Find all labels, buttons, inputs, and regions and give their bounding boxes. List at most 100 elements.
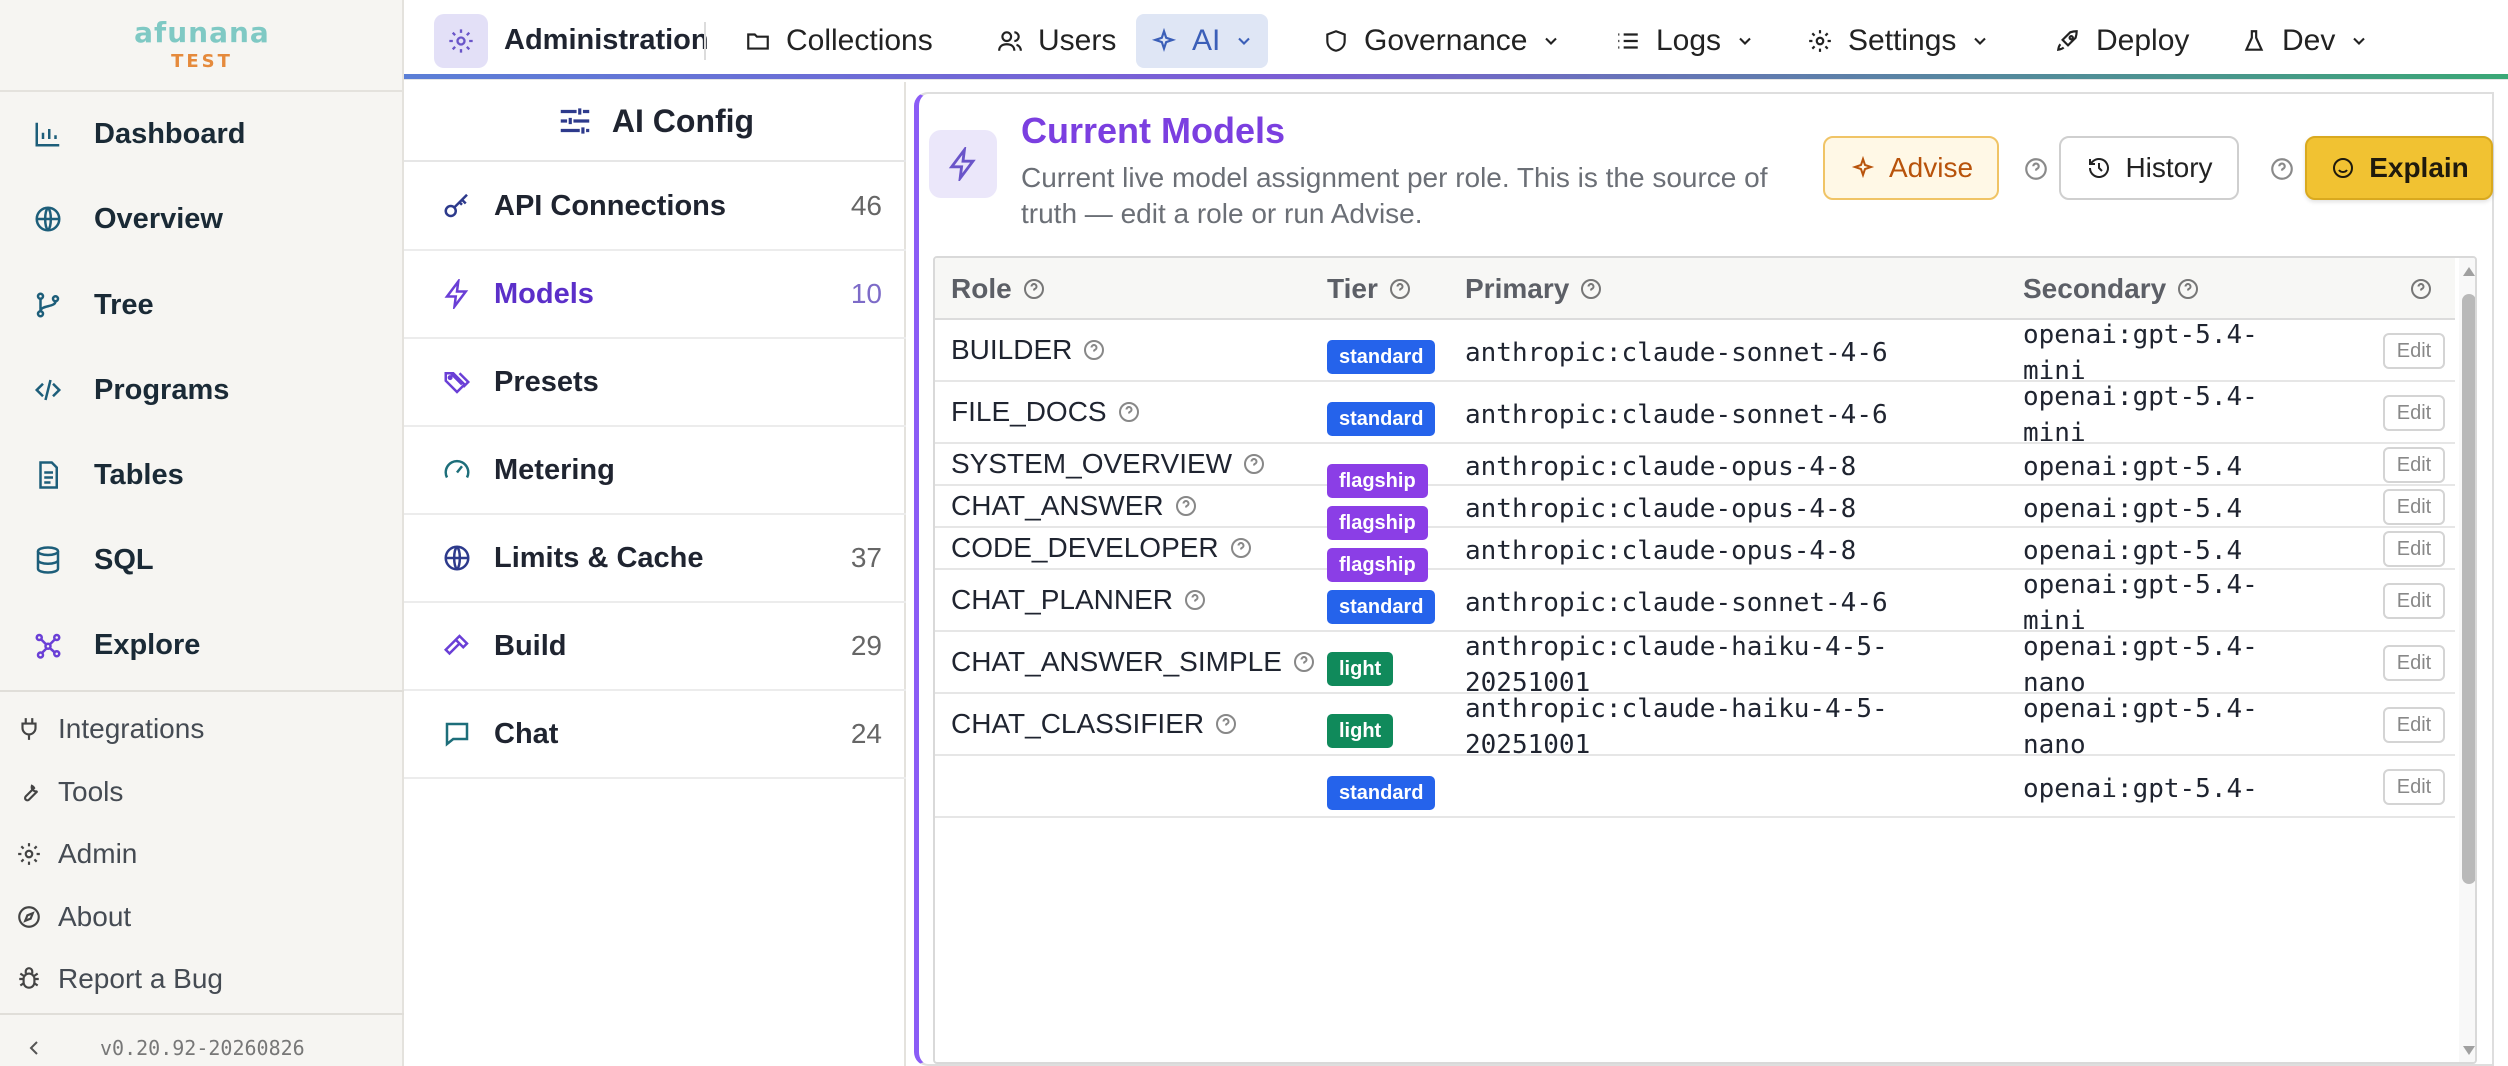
- sidebar-item-dashboard[interactable]: Dashboard: [30, 106, 390, 162]
- tab-label: Collections: [786, 24, 933, 57]
- edit-button[interactable]: Edit: [2383, 769, 2445, 805]
- card-title: Current Models: [1021, 110, 1286, 151]
- sidebar-item-label: Admin: [58, 838, 138, 869]
- table-row: standard openai:gpt-5.4- Edit: [935, 756, 2455, 818]
- role-cell: BUILDER: [951, 320, 1106, 380]
- help-icon[interactable]: [1214, 712, 1238, 736]
- brand-logo[interactable]: afunana TEST: [0, 16, 404, 72]
- column-header-label: Secondary: [2023, 273, 2167, 304]
- edit-button[interactable]: Edit: [2383, 447, 2445, 483]
- tab-settings[interactable]: Settings: [1792, 14, 2004, 68]
- advise-label: Advise: [1888, 152, 1974, 183]
- users-icon: [996, 27, 1024, 55]
- tab-logs[interactable]: Logs: [1600, 14, 1769, 68]
- history-icon: [2085, 154, 2113, 182]
- compass-icon: [14, 902, 44, 932]
- sidebar-item-report-bug[interactable]: Report a Bug: [14, 955, 384, 1003]
- secondary-model: openai:gpt-5.4: [2023, 491, 2303, 527]
- config-item-limits-cache[interactable]: Limits & Cache 37: [404, 515, 906, 603]
- sidebar-item-sql[interactable]: SQL: [30, 532, 390, 588]
- help-icon[interactable]: [1174, 494, 1198, 518]
- tab-deploy[interactable]: Deploy: [2040, 14, 2203, 68]
- sidebar-item-tools[interactable]: Tools: [14, 768, 384, 816]
- sidebar-item-overview[interactable]: Overview: [30, 191, 390, 247]
- help-icon[interactable]: [1292, 650, 1316, 674]
- scroll-up-icon[interactable]: [2461, 264, 2475, 280]
- help-icon[interactable]: [2023, 156, 2049, 182]
- tab-label: Settings: [1848, 24, 1957, 57]
- sidebar-item-label: Programs: [94, 373, 230, 406]
- table-row: SYSTEM_OVERVIEW flagship anthropic:claude-…: [935, 444, 2455, 498]
- topbar-accent-line: [404, 74, 2508, 79]
- chevron-left-icon[interactable]: [22, 1036, 52, 1066]
- explain-button[interactable]: Explain: [2305, 136, 2493, 200]
- help-icon[interactable]: [1579, 277, 1603, 301]
- table-row: CODE_DEVELOPER flagship anthropic:claude-o…: [935, 528, 2455, 582]
- config-item-api-connections[interactable]: API Connections 46: [404, 163, 906, 251]
- tab-governance[interactable]: Governance: [1308, 14, 1575, 68]
- edit-button[interactable]: Edit: [2383, 583, 2445, 619]
- primary-model: anthropic:claude-opus-4-8: [1465, 449, 2005, 485]
- column-header-label: Tier: [1327, 273, 1378, 304]
- file-text-icon: [30, 457, 66, 493]
- chevron-down-icon: [2349, 31, 2369, 51]
- config-item-count: 37: [850, 542, 882, 573]
- config-item-build[interactable]: Build 29: [404, 603, 906, 691]
- config-item-models[interactable]: Models 10: [404, 251, 906, 339]
- scroll-down-icon[interactable]: [2461, 1042, 2475, 1058]
- config-item-presets[interactable]: Presets: [404, 339, 906, 427]
- help-icon[interactable]: [1229, 536, 1253, 560]
- column-header-primary: Primary: [1465, 258, 1603, 320]
- rocket-icon: [2054, 27, 2082, 55]
- sidebar-item-explore[interactable]: Explore: [30, 617, 390, 673]
- tab-ai[interactable]: AI: [1136, 14, 1269, 68]
- tab-dev[interactable]: Dev: [2226, 14, 2383, 68]
- sidebar-item-tree[interactable]: Tree: [30, 277, 390, 333]
- tab-label: AI: [1192, 24, 1221, 57]
- help-icon[interactable]: [1242, 452, 1266, 476]
- sidebar-item-integrations[interactable]: Integrations: [14, 705, 384, 753]
- help-icon[interactable]: [1183, 588, 1207, 612]
- config-item-chat[interactable]: Chat 24: [404, 691, 906, 779]
- sidebar-item-admin[interactable]: Admin: [14, 830, 384, 878]
- help-icon[interactable]: [1022, 277, 1046, 301]
- scrollbar-thumb[interactable]: [2462, 294, 2475, 884]
- bar-chart-icon: [30, 116, 66, 152]
- chevron-down-icon: [1234, 31, 1254, 51]
- edit-button[interactable]: Edit: [2383, 489, 2445, 525]
- help-icon[interactable]: [2269, 156, 2295, 182]
- tab-users[interactable]: Users: [982, 14, 1130, 68]
- edit-button[interactable]: Edit: [2383, 531, 2445, 567]
- help-icon[interactable]: [2409, 277, 2433, 301]
- divider: [704, 22, 706, 60]
- sidebar-item-label: Tools: [58, 776, 124, 807]
- edit-button[interactable]: Edit: [2383, 395, 2445, 431]
- edit-button[interactable]: Edit: [2383, 333, 2445, 369]
- edit-button[interactable]: Edit: [2383, 645, 2445, 681]
- sidebar-item-tables[interactable]: Tables: [30, 447, 390, 503]
- table-row: CHAT_ANSWER_SIMPLE light anthropic:claude-…: [935, 632, 2455, 698]
- help-icon[interactable]: [2176, 277, 2200, 301]
- sidebar-item-about[interactable]: About: [14, 893, 384, 941]
- sidebar-item-programs[interactable]: Programs: [30, 362, 390, 418]
- help-icon[interactable]: [1388, 277, 1412, 301]
- help-icon[interactable]: [1117, 400, 1141, 424]
- role-name: CHAT_CLASSIFIER: [951, 708, 1205, 739]
- help-icon[interactable]: [1082, 338, 1106, 362]
- tier-badge: standard: [1327, 776, 1436, 810]
- config-item-metering[interactable]: Metering: [404, 427, 906, 515]
- tab-collections[interactable]: Collections: [730, 14, 947, 68]
- edit-button[interactable]: Edit: [2383, 707, 2445, 743]
- tier-badge: light: [1327, 714, 1394, 748]
- secondary-model: openai:gpt-5.4- nano: [2023, 691, 2303, 763]
- advise-button[interactable]: Advise: [1823, 136, 1999, 200]
- config-item-label: Chat: [494, 717, 559, 750]
- column-header-secondary: Secondary: [2023, 258, 2200, 320]
- gear-icon: [14, 839, 44, 869]
- secondary-model-line: openai:gpt-5.4: [2023, 452, 2243, 482]
- config-item-count: 29: [850, 630, 882, 661]
- secondary-model: openai:gpt-5.4-: [2023, 771, 2303, 807]
- role-cell: CODE_DEVELOPER: [951, 528, 1253, 568]
- history-button[interactable]: History: [2059, 136, 2239, 200]
- primary-model: anthropic:claude-sonnet-4-6: [1465, 585, 2005, 621]
